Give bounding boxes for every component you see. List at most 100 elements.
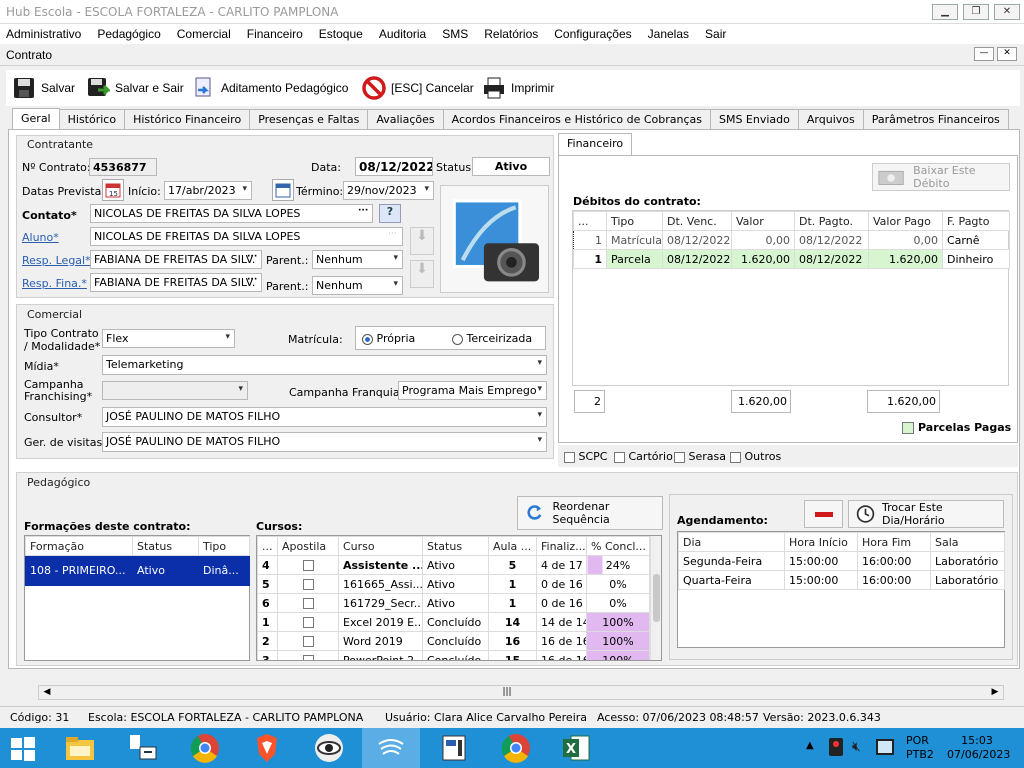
move-up-button[interactable]: ⬇ bbox=[410, 260, 434, 288]
eye-app-icon[interactable] bbox=[313, 732, 345, 764]
menu-auditoria[interactable]: Auditoria bbox=[371, 24, 434, 41]
col-course-status[interactable]: Status bbox=[422, 536, 489, 556]
chrome-icon[interactable] bbox=[189, 732, 221, 764]
tab-geral[interactable]: Geral bbox=[12, 108, 60, 130]
menu-configuracoes[interactable]: Configurações bbox=[546, 24, 639, 41]
campaign-select[interactable] bbox=[102, 381, 248, 400]
file-explorer-icon[interactable] bbox=[64, 732, 96, 764]
check-cartorio[interactable]: Cartório bbox=[614, 450, 673, 463]
table-row[interactable]: 1 Excel 2019 E... Concluído 14 14 de 14 100% bbox=[257, 612, 650, 632]
print-button[interactable]: Imprimir bbox=[482, 75, 554, 101]
language-indicator[interactable]: POR PTB2 bbox=[906, 734, 934, 762]
table-row[interactable]: 3 PowerPoint 2... Concluído 15 16 de 16 100% bbox=[257, 650, 650, 660]
col-completion[interactable]: % Concl... bbox=[586, 536, 650, 556]
courses-scroll-thumb[interactable] bbox=[653, 574, 660, 622]
scroll-left-icon[interactable]: ◀ bbox=[39, 686, 55, 699]
menu-comercial[interactable]: Comercial bbox=[169, 24, 239, 41]
financial-guardian-field[interactable]: FABIANA DE FREITAS DA SILV. bbox=[90, 273, 262, 292]
tab-avaliacoes[interactable]: Avaliações bbox=[367, 109, 444, 130]
radio-own[interactable]: Própria bbox=[362, 332, 415, 345]
checkbox-icon[interactable] bbox=[302, 617, 314, 628]
col-formation-type[interactable]: Tipo bbox=[198, 536, 250, 556]
radio-third[interactable]: Terceirizada bbox=[452, 332, 532, 345]
checkbox-icon[interactable] bbox=[302, 560, 314, 571]
check-outros[interactable]: Outros bbox=[730, 450, 781, 463]
pay-debt-button[interactable]: Baixar Este Débito bbox=[872, 163, 1010, 191]
cancel-button[interactable]: [ESC] Cancelar bbox=[362, 75, 474, 101]
table-row[interactable]: 5 161665_Assi... Ativo 1 0 de 16 0% bbox=[257, 574, 650, 594]
course-handout-cell[interactable] bbox=[277, 574, 339, 594]
student-lookup-button[interactable]: ··· bbox=[388, 229, 397, 239]
doc-close-button[interactable]: ✕ bbox=[997, 47, 1017, 61]
tab-presencas[interactable]: Presenças e Faltas bbox=[249, 109, 369, 130]
checkbox-icon[interactable] bbox=[302, 636, 314, 647]
financial-guardian-label[interactable]: Resp. Fina.* bbox=[22, 277, 87, 290]
chrome-profile-icon[interactable] bbox=[500, 732, 532, 764]
minimize-button[interactable]: ▁ bbox=[932, 4, 958, 20]
course-handout-cell[interactable] bbox=[277, 650, 339, 660]
check-scpc[interactable]: SCPC bbox=[564, 450, 607, 463]
col-end-time[interactable]: Hora Fim bbox=[857, 532, 931, 552]
col-formation-status[interactable]: Status bbox=[132, 536, 199, 556]
scroll-grip-icon[interactable]: ||| bbox=[499, 686, 515, 699]
tray-expand-icon[interactable]: ▲ bbox=[806, 740, 814, 751]
legal-lookup-button[interactable]: ··· bbox=[247, 252, 257, 262]
contract-number-field[interactable]: 4536877 bbox=[89, 158, 157, 176]
course-handout-cell[interactable] bbox=[277, 593, 339, 613]
col-day[interactable]: Dia bbox=[678, 532, 785, 552]
col-room[interactable]: Sala bbox=[930, 532, 1005, 552]
horizontal-scrollbar[interactable]: ◀ ||| ▶ bbox=[38, 685, 1004, 700]
tab-historico-financeiro[interactable]: Histórico Financeiro bbox=[124, 109, 251, 130]
col-due[interactable]: Dt. Venc. bbox=[662, 211, 732, 231]
move-down-button[interactable]: ⬇ bbox=[410, 227, 434, 255]
date-field[interactable]: 08/12/2022 bbox=[355, 157, 433, 176]
start-date-field[interactable]: 17/abr/2023 bbox=[164, 181, 252, 200]
parent2-select[interactable]: Nenhum bbox=[312, 276, 403, 295]
menu-sair[interactable]: Sair bbox=[697, 24, 734, 41]
remove-schedule-button[interactable] bbox=[804, 500, 843, 528]
excel-icon[interactable]: X bbox=[561, 732, 593, 764]
menu-administrativo[interactable]: Administrativo bbox=[0, 24, 89, 41]
financial-lookup-button[interactable]: ··· bbox=[247, 275, 257, 285]
courses-scrollbar[interactable] bbox=[650, 536, 661, 660]
windows-start-icon[interactable] bbox=[10, 736, 36, 762]
table-row[interactable]: 4 Assistente ... Ativo 5 4 de 17 24% bbox=[257, 555, 650, 575]
col-pay-method[interactable]: F. Pagto bbox=[942, 211, 1010, 231]
col-value[interactable]: Valor bbox=[731, 211, 795, 231]
visit-manager-select[interactable]: JOSÉ PAULINO DE MATOS FILHO bbox=[102, 432, 547, 452]
course-handout-cell[interactable] bbox=[277, 555, 339, 575]
col-handout[interactable]: Apostila bbox=[277, 536, 339, 556]
tray-app-icon[interactable] bbox=[829, 738, 843, 756]
close-button[interactable]: ✕ bbox=[994, 4, 1020, 20]
menu-pedagogico[interactable]: Pedagógico bbox=[89, 24, 168, 41]
course-handout-cell[interactable] bbox=[277, 612, 339, 632]
media-select[interactable]: Telemarketing bbox=[102, 355, 547, 375]
network-icon[interactable] bbox=[876, 739, 894, 755]
doc-minimize-button[interactable]: — bbox=[974, 47, 994, 61]
table-row[interactable]: 2 Word 2019 Concluído 16 16 de 16 100% bbox=[257, 631, 650, 651]
end-calendar-button[interactable] bbox=[272, 179, 294, 201]
tab-historico[interactable]: Histórico bbox=[58, 109, 126, 130]
help-button[interactable]: ? bbox=[379, 204, 401, 223]
menu-sms[interactable]: SMS bbox=[434, 24, 476, 41]
checkbox-icon[interactable] bbox=[302, 655, 314, 660]
checkbox-icon[interactable] bbox=[302, 598, 314, 609]
consultant-select[interactable]: JOSÉ PAULINO DE MATOS FILHO bbox=[102, 407, 547, 427]
end-date-field[interactable]: 29/nov/2023 bbox=[343, 181, 434, 200]
restore-button[interactable]: ❐ bbox=[963, 4, 989, 20]
legal-guardian-label[interactable]: Resp. Legal* bbox=[22, 254, 91, 267]
tab-acordos[interactable]: Acordos Financeiros e Histórico de Cobra… bbox=[442, 109, 711, 130]
brave-icon[interactable] bbox=[251, 732, 283, 764]
calendar-button[interactable]: 15 bbox=[102, 179, 124, 201]
volume-muted-icon[interactable]: 🔇︎ bbox=[852, 739, 861, 755]
photo-box[interactable] bbox=[440, 185, 549, 293]
col-finished[interactable]: Finaliz... bbox=[536, 536, 587, 556]
menu-janelas[interactable]: Janelas bbox=[640, 24, 697, 41]
col-paid-date[interactable]: Dt. Pagto. bbox=[794, 211, 869, 231]
table-row[interactable]: 1 Matrícula 08/12/2022 0,00 08/12/2022 0… bbox=[573, 230, 1010, 250]
col-formation[interactable]: Formação bbox=[25, 536, 133, 556]
contact-field[interactable]: NICOLAS DE FREITAS DA SILVA LOPES bbox=[90, 204, 373, 223]
table-row[interactable]: 108 - PRIMEIRO... Ativo Dinâ... bbox=[25, 555, 250, 586]
clock[interactable]: 15:03 07/06/2023 bbox=[947, 734, 1010, 762]
hub-escola-icon[interactable] bbox=[375, 732, 407, 764]
